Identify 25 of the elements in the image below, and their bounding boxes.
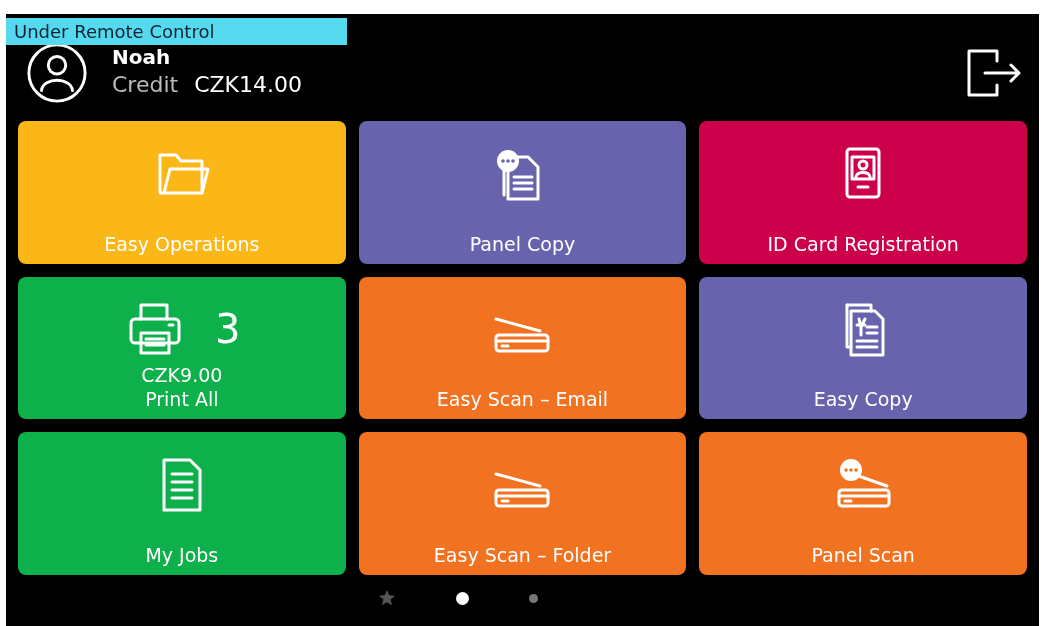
app-tile[interactable]: Easy Scan – Email [358,276,687,420]
tile-label: My Jobs [145,543,219,567]
app-tile[interactable]: Easy Scan – Folder [358,432,687,575]
job-count: 3 [215,308,241,349]
app-tile[interactable]: ID Card Registration [699,121,1027,264]
app-tile[interactable]: Panel Copy [358,121,687,264]
tile-label: Easy Scan – Email [436,387,609,412]
tile-label: Easy Scan – Folder [433,543,612,567]
tile-label: Panel Copy [469,231,576,256]
tile-label: ID Card Registration [767,231,959,256]
remote-control-banner: Under Remote Control [6,18,347,45]
job-amount: CZK9.00 [141,363,223,388]
credit-label: Credit [112,70,179,99]
app-tile[interactable]: 3 CZK9.00 Print All [18,276,346,420]
app-tile[interactable]: Easy Copy [699,276,1027,420]
tile-label: Panel Scan [811,543,915,567]
app-tile[interactable]: Panel Scan [699,432,1027,575]
user-name: Noah [112,44,172,69]
tile-label: Print All [145,387,219,412]
app-tile[interactable]: My Jobs [18,432,346,575]
tile-label: Easy Operations [104,231,260,256]
favorites-star-icon[interactable] [377,589,396,607]
tile-label: Easy Copy [813,387,913,412]
credit-value: CZK14.00 [194,70,302,99]
app-tile[interactable]: Easy Operations [18,121,346,264]
